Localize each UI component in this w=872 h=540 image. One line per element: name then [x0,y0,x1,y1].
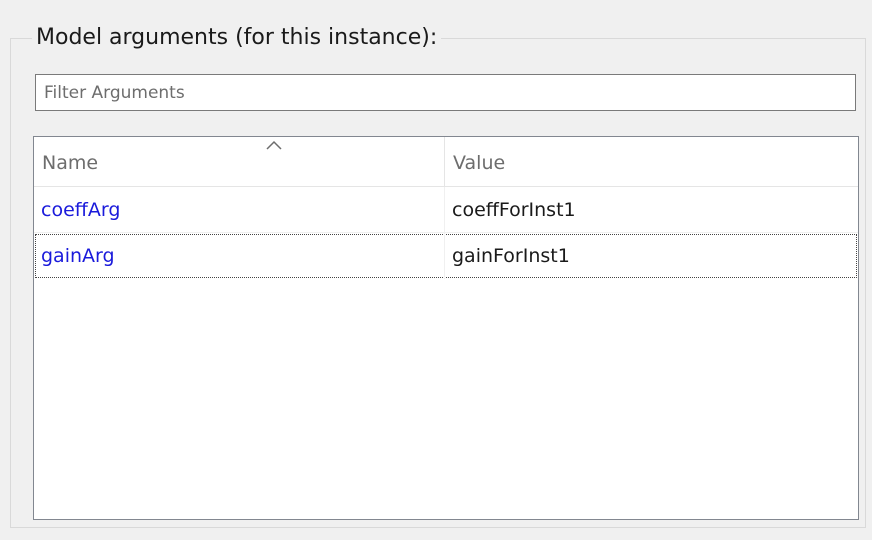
chevron-up-icon [266,140,282,150]
column-header-name[interactable]: Name [34,137,445,186]
argument-value-cell[interactable]: coeffForInst1 [445,187,858,233]
column-header-value[interactable]: Value [445,137,858,186]
table-row[interactable]: gainArg gainForInst1 [34,233,858,279]
filter-arguments-input[interactable] [35,74,856,111]
argument-name-cell[interactable]: gainArg [34,233,445,279]
arguments-table: Name Value coeffArg coeffForInst1 gainAr… [33,136,859,520]
argument-name-cell[interactable]: coeffArg [34,187,445,233]
column-header-name-label: Name [42,152,99,174]
table-header: Name Value [34,137,858,187]
table-row[interactable]: coeffArg coeffForInst1 [34,187,858,233]
group-title: Model arguments (for this instance): [32,24,442,52]
argument-value-cell[interactable]: gainForInst1 [445,233,858,279]
column-header-value-label: Value [453,152,506,174]
